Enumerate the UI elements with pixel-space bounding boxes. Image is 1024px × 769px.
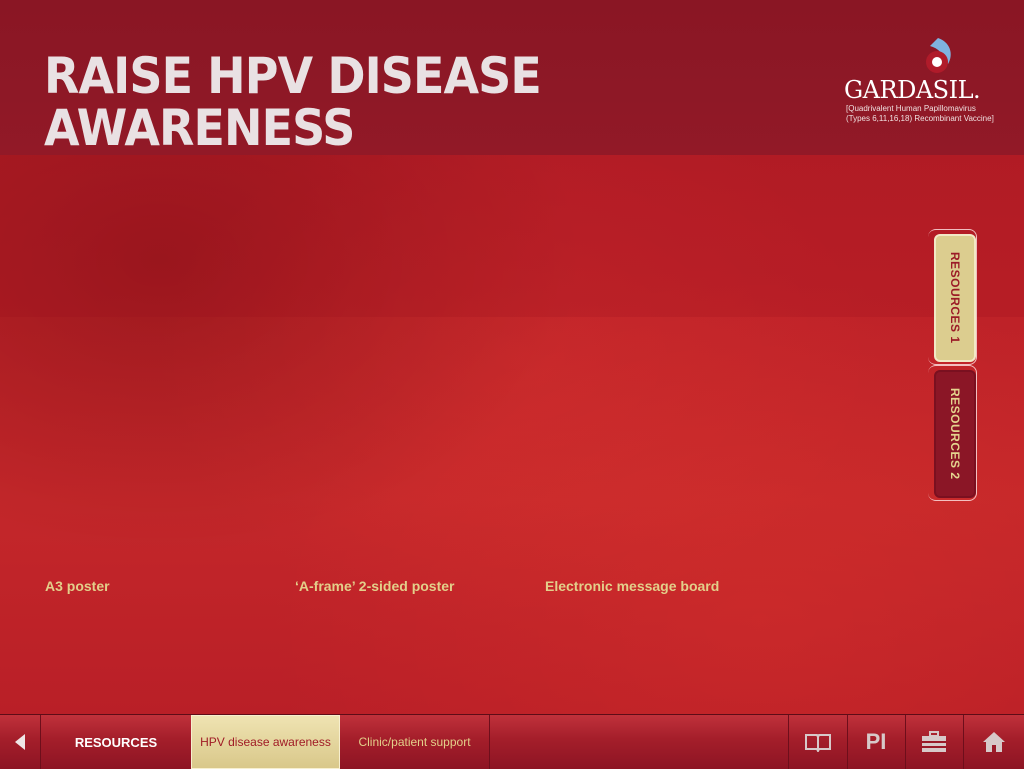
nav-resources[interactable]: RESOURCES <box>41 715 192 769</box>
caption-a-frame-poster[interactable]: ‘A-frame’ 2-sided poster <box>295 578 455 594</box>
pi-button[interactable]: PI <box>847 715 906 769</box>
content-band <box>0 155 1024 317</box>
caption-a3-poster[interactable]: A3 poster <box>45 578 110 594</box>
home-button[interactable] <box>963 715 1024 769</box>
brand-subtitle-line-2: (Types 6,11,16,18) Recombinant Vaccine] <box>846 114 994 123</box>
page-title: RAISE HPV DISEASE AWARENESS <box>44 47 542 157</box>
bottom-nav-bar: RESOURCES HPV disease awareness Clinic/p… <box>0 714 1024 769</box>
gardasil-logo: GARDASIL. [Quadrivalent Human Papillomav… <box>844 36 1004 128</box>
page-title-line-2: AWARENESS <box>44 99 355 157</box>
tab-resources-2-label: RESOURCES 2 <box>948 388 962 480</box>
home-icon <box>982 732 1005 752</box>
brand-subtitle-line-1: [Quadrivalent Human Papillomavirus <box>846 104 976 113</box>
brand-name: GARDASIL. <box>844 76 981 104</box>
book-button[interactable] <box>789 715 848 769</box>
caption-electronic-message-board[interactable]: Electronic message board <box>545 578 719 594</box>
triangle-left-icon <box>15 734 25 750</box>
briefcase-button[interactable] <box>905 715 964 769</box>
brand-mark-icon <box>926 38 951 73</box>
nav-clinic-patient-support[interactable]: Clinic/patient support <box>340 715 490 769</box>
tab-resources-1[interactable]: RESOURCES 1 <box>934 234 976 362</box>
nav-hpv-disease-awareness[interactable]: HPV disease awareness <box>191 715 340 769</box>
briefcase-icon <box>922 731 946 752</box>
back-button[interactable] <box>0 715 41 769</box>
book-icon <box>805 734 831 752</box>
brand-subtitle: [Quadrivalent Human Papillomavirus (Type… <box>846 104 994 124</box>
page-title-line-1: RAISE HPV DISEASE <box>44 47 542 105</box>
nav-spacer <box>490 715 789 769</box>
tab-resources-1-label: RESOURCES 1 <box>948 252 962 344</box>
tab-resources-2[interactable]: RESOURCES 2 <box>934 370 976 498</box>
